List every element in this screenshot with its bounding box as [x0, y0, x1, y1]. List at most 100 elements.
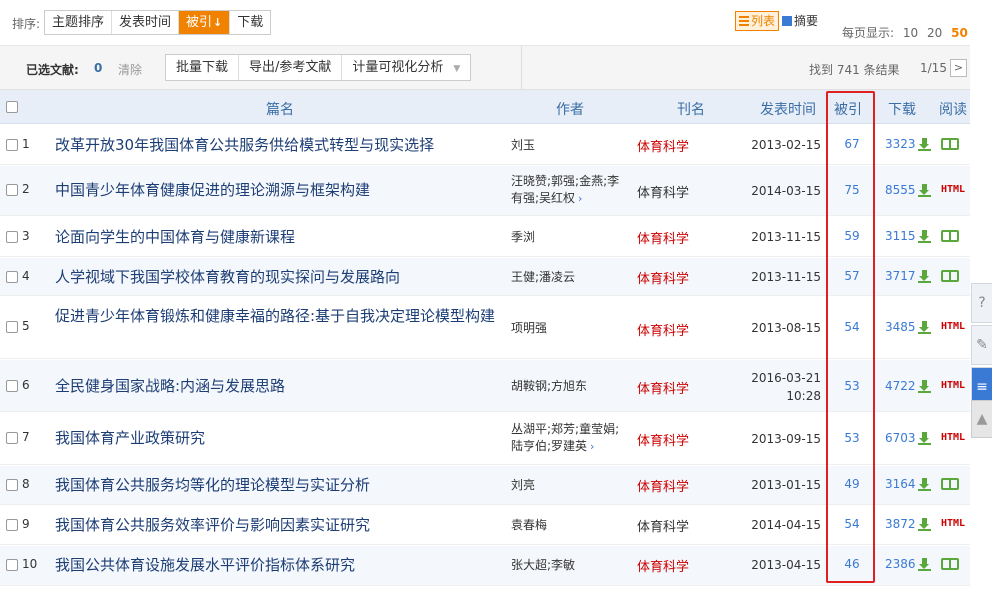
cited-count[interactable]: 54 [830, 320, 874, 334]
sort-by-date-button[interactable]: 发表时间 [112, 11, 180, 34]
download-link[interactable]: 3115 [885, 229, 931, 243]
download-link[interactable]: 4722 [885, 379, 931, 393]
per-page-20[interactable]: 20 [927, 26, 942, 40]
article-title-link[interactable]: 我国公共体育设施发展水平评价指标体系研究 [55, 553, 500, 577]
article-title-link[interactable]: 中国青少年体育健康促进的理论溯源与框架构建 [55, 178, 500, 202]
article-title-link[interactable]: 我国体育公共服务效率评价与影响因素实证研究 [55, 513, 500, 537]
row-checkbox[interactable] [6, 519, 18, 531]
edit-icon[interactable]: ✎ [971, 325, 992, 365]
article-authors[interactable]: 季浏 [511, 229, 631, 246]
row-checkbox[interactable] [6, 321, 18, 333]
article-authors[interactable]: 胡鞍钢;方旭东 [511, 378, 631, 395]
sort-group: 主题排序 发表时间 被引↓ 下载 [44, 10, 272, 35]
html-read-link[interactable]: HTML [941, 380, 965, 391]
row-checkbox[interactable] [6, 231, 18, 243]
header-title[interactable]: 篇名 [266, 99, 294, 119]
journal-link[interactable]: 体育科学 [637, 136, 689, 155]
sort-by-topic-button[interactable]: 主题排序 [45, 11, 113, 34]
arrow-up-icon[interactable]: ▲ [971, 400, 992, 438]
per-page-50[interactable]: 50 [951, 26, 968, 40]
journal-link[interactable]: 体育科学 [637, 378, 689, 397]
more-authors-chevron-icon[interactable]: › [578, 192, 582, 205]
download-link[interactable]: 2386 [885, 557, 931, 571]
view-abstract-button[interactable]: 摘要 [779, 11, 821, 31]
cited-count[interactable]: 46 [830, 557, 874, 571]
header-journal[interactable]: 刊名 [677, 99, 705, 119]
download-link[interactable]: 6703 [885, 431, 931, 445]
row-checkbox[interactable] [6, 380, 18, 392]
cited-count[interactable]: 57 [830, 269, 874, 283]
header-cited[interactable]: 被引 [834, 99, 862, 119]
row-checkbox[interactable] [6, 184, 18, 196]
html-read-link[interactable]: HTML [941, 432, 965, 443]
header-date[interactable]: 发表时间 [760, 99, 816, 119]
download-link[interactable]: 3485 [885, 320, 931, 334]
article-authors[interactable]: 袁春梅 [511, 517, 631, 534]
article-title-link[interactable]: 促进青少年体育锻炼和健康幸福的路径:基于自我决定理论模型构建 [55, 304, 500, 328]
article-title-link[interactable]: 我国体育产业政策研究 [55, 426, 500, 450]
row-checkbox[interactable] [6, 479, 18, 491]
article-authors[interactable]: 刘玉 [511, 137, 631, 154]
article-authors[interactable]: 张大超;李敏 [511, 557, 631, 574]
journal-link[interactable]: 体育科学 [637, 556, 689, 575]
read-link[interactable] [941, 270, 959, 286]
more-authors-chevron-icon[interactable]: › [590, 440, 594, 453]
read-link[interactable] [941, 558, 959, 574]
cited-count[interactable]: 53 [830, 379, 874, 393]
article-title-link[interactable]: 论面向学生的中国体育与健康新课程 [55, 225, 500, 249]
cited-count[interactable]: 75 [830, 183, 874, 197]
row-checkbox[interactable] [6, 139, 18, 151]
article-title-link[interactable]: 改革开放30年我国体育公共服务供给模式转型与现实选择 [55, 133, 500, 157]
select-all-checkbox[interactable] [6, 101, 18, 113]
header-author[interactable]: 作者 [556, 99, 584, 119]
cited-count[interactable]: 67 [830, 137, 874, 151]
download-link[interactable]: 8555 [885, 183, 931, 197]
article-title-link[interactable]: 我国体育公共服务均等化的理论模型与实证分析 [55, 473, 500, 497]
view-list-button[interactable]: 列表 [735, 11, 780, 31]
read-link[interactable] [941, 478, 959, 494]
header-download[interactable]: 下载 [888, 99, 916, 119]
html-read-link[interactable]: HTML [941, 184, 965, 195]
journal-link[interactable]: 体育科学 [637, 268, 689, 287]
read-link[interactable] [941, 138, 959, 154]
journal-link[interactable]: 体育科学 [637, 476, 689, 495]
selected-label: 已选文献: [26, 63, 79, 77]
journal-link[interactable]: 体育科学 [637, 320, 689, 339]
journal-link[interactable]: 体育科学 [637, 182, 689, 201]
download-count: 2386 [885, 557, 916, 571]
sort-by-cited-button[interactable]: 被引↓ [179, 11, 231, 34]
article-authors[interactable]: 刘亮 [511, 477, 631, 494]
journal-link[interactable]: 体育科学 [637, 516, 689, 535]
read-link[interactable] [941, 230, 959, 246]
download-link[interactable]: 3164 [885, 477, 931, 491]
clear-selection-link[interactable]: 清除 [118, 61, 142, 78]
comment-icon[interactable]: ? [971, 283, 992, 323]
article-title-link[interactable]: 全民健身国家战略:内涵与发展思路 [55, 374, 500, 398]
article-authors[interactable]: 王健;潘凌云 [511, 269, 631, 286]
journal-link[interactable]: 体育科学 [637, 430, 689, 449]
download-link[interactable]: 3717 [885, 269, 931, 283]
row-checkbox[interactable] [6, 271, 18, 283]
batch-download-button[interactable]: 批量下载 [166, 55, 240, 80]
article-title-link[interactable]: 人学视域下我国学校体育教育的现实探问与发展路向 [55, 265, 500, 289]
journal-link[interactable]: 体育科学 [637, 228, 689, 247]
per-page-10[interactable]: 10 [903, 26, 918, 40]
article-authors[interactable]: 汪晓赞;郭强;金燕;李有强;吴红权 [511, 174, 619, 205]
visual-analysis-button[interactable]: 计量可视化分析 ▼ [342, 55, 470, 80]
cited-count[interactable]: 49 [830, 477, 874, 491]
cited-count[interactable]: 53 [830, 431, 874, 445]
cited-count[interactable]: 59 [830, 229, 874, 243]
next-page-button[interactable]: > [950, 59, 967, 77]
download-count: 3717 [885, 269, 916, 283]
html-read-link[interactable]: HTML [941, 321, 965, 332]
row-checkbox[interactable] [6, 432, 18, 444]
article-authors[interactable]: 项明强 [511, 320, 631, 337]
sort-by-download-button[interactable]: 下载 [230, 11, 271, 34]
cited-count[interactable]: 54 [830, 517, 874, 531]
html-read-link[interactable]: HTML [941, 518, 965, 529]
download-link[interactable]: 3323 [885, 137, 931, 151]
download-link[interactable]: 3872 [885, 517, 931, 531]
row-checkbox[interactable] [6, 559, 18, 571]
export-references-button[interactable]: 导出/参考文献 [239, 55, 343, 80]
article-authors[interactable]: 丛湖平;郑芳;童莹娟;陆亨伯;罗建英 [511, 422, 619, 453]
